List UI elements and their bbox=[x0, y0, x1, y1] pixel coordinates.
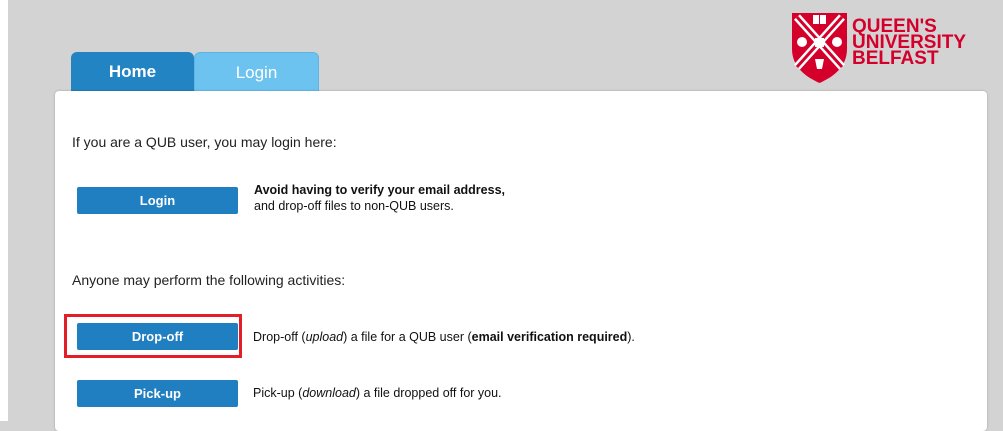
login-desc-bold: Avoid having to verify your email addres… bbox=[254, 183, 506, 197]
left-edge bbox=[0, 0, 8, 421]
main-panel: If you are a QUB user, you may login her… bbox=[55, 91, 987, 431]
pickup-desc-em: download bbox=[302, 386, 356, 400]
login-button[interactable]: Login bbox=[77, 187, 238, 214]
dropoff-desc: Drop-off (upload) a file for a QUB user … bbox=[253, 330, 635, 344]
logo-line-3: BELFAST bbox=[852, 48, 939, 69]
pickup-desc-a: Pick-up ( bbox=[253, 386, 303, 400]
qub-login-intro: If you are a QUB user, you may login her… bbox=[72, 134, 337, 150]
dropoff-desc-a: Drop-off ( bbox=[253, 330, 306, 344]
dropoff-desc-b: ) a file for a QUB user ( bbox=[343, 330, 472, 344]
login-desc-line2: and drop-off files to non-QUB users. bbox=[254, 199, 454, 213]
pickup-button[interactable]: Pick-up bbox=[77, 380, 238, 407]
dropoff-desc-strong: email verification required bbox=[471, 330, 628, 344]
dropoff-desc-em: upload bbox=[305, 330, 344, 344]
dropoff-button[interactable]: Drop-off bbox=[77, 323, 238, 350]
tab-home[interactable]: Home bbox=[71, 52, 194, 92]
pickup-desc: Pick-up (download) a file dropped off fo… bbox=[253, 386, 502, 400]
pickup-desc-b: ) a file dropped off for you. bbox=[355, 386, 502, 400]
anyone-intro: Anyone may perform the following activit… bbox=[72, 272, 346, 288]
dropoff-desc-c: ). bbox=[627, 330, 635, 344]
logo-wordmark: QUEEN'S UNIVERSITY BELFAST bbox=[852, 17, 966, 69]
tab-login[interactable]: Login bbox=[194, 52, 319, 92]
